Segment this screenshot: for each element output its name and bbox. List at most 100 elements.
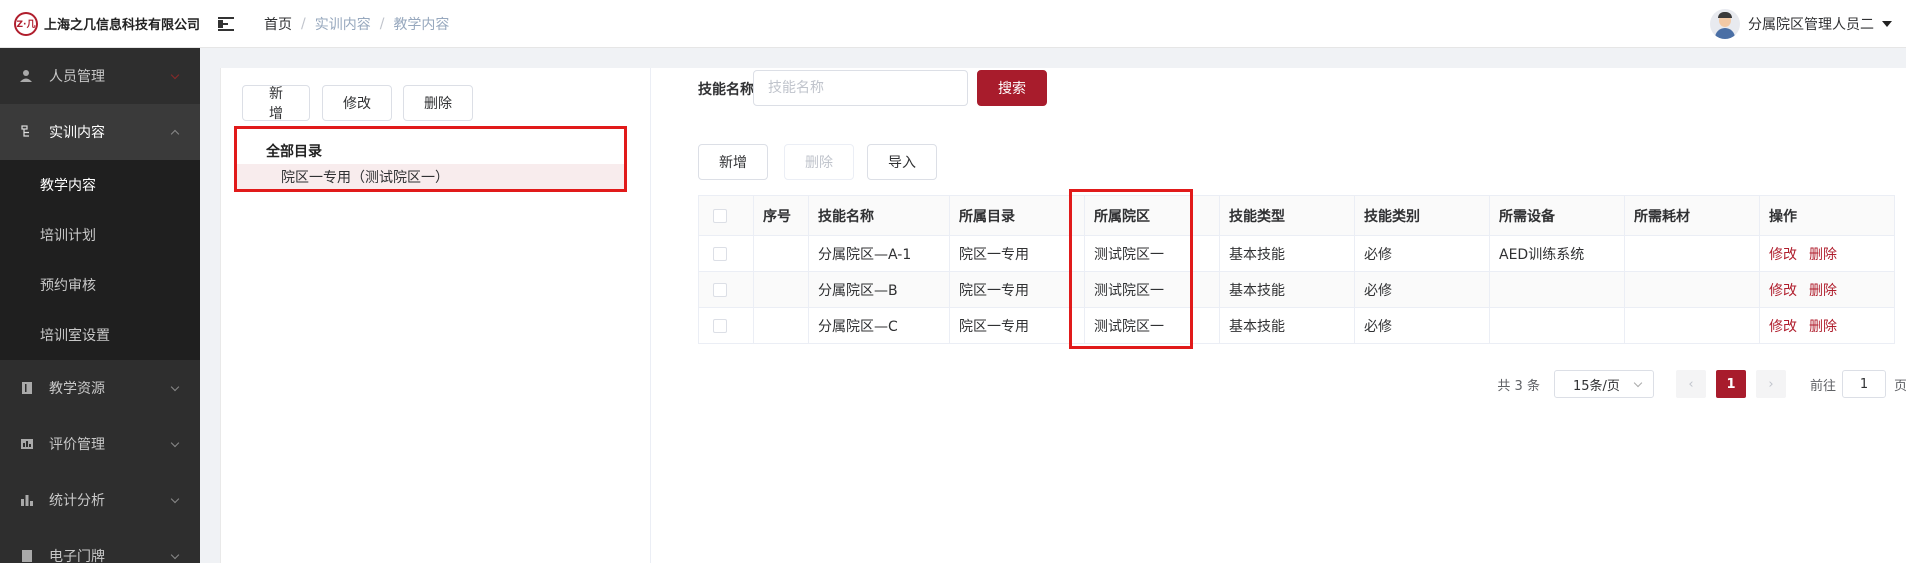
- row-edit-link[interactable]: 修改: [1769, 283, 1797, 299]
- row-select-cell: [698, 307, 754, 344]
- chevron-down-icon: [170, 550, 180, 560]
- breadcrumb-separator: /: [379, 15, 385, 32]
- cell-skill-type: 基本技能: [1219, 271, 1355, 308]
- chevron-down-icon: [170, 438, 180, 448]
- table-row[interactable]: 分属院区—A-1 院区一专用 测试院区一 基本技能 必修 AED训练系统 修改删…: [698, 235, 1895, 272]
- column-header: 所需设备: [1489, 195, 1625, 236]
- row-checkbox[interactable]: [713, 246, 727, 261]
- sidebar-item-evaluation[interactable]: 评价管理: [0, 416, 200, 472]
- row-select-cell: [698, 235, 754, 272]
- cell-skill-type: 基本技能: [1219, 307, 1355, 344]
- breadcrumb-training[interactable]: 实训内容: [315, 14, 371, 34]
- sidebar-item-personnel[interactable]: 人员管理: [0, 48, 200, 104]
- chart-icon: [20, 437, 34, 451]
- catalog-panel: 新增 修改 删除 全部目录 院区一专用（测试院区一）: [221, 68, 651, 563]
- next-page-button[interactable]: ›: [1755, 370, 1786, 398]
- user-name[interactable]: 分属院区管理人员二: [1748, 14, 1874, 34]
- breadcrumb-teaching: 教学内容: [393, 16, 450, 33]
- user-icon: [20, 69, 34, 83]
- goto-label: 前往: [1809, 378, 1836, 394]
- search-button[interactable]: 搜索: [977, 70, 1047, 106]
- page-number-current[interactable]: 1: [1715, 370, 1746, 398]
- breadcrumb-separator: /: [301, 15, 306, 32]
- select-all-cell: [698, 195, 754, 236]
- cell-campus: 测试院区一: [1084, 271, 1220, 308]
- page-size-select[interactable]: 15条/页: [1553, 370, 1654, 398]
- caret-down-icon[interactable]: [1882, 21, 1892, 27]
- catalog-add-button[interactable]: 新增: [242, 85, 310, 122]
- column-header: 所属院区: [1084, 195, 1220, 236]
- column-header: 技能名称: [808, 195, 950, 236]
- chevron-down-icon: [170, 70, 180, 80]
- top-header: Z·几 上海之几信息科技有限公司 首页 / 实训内容 / 教学内容 分属院区管理…: [0, 0, 1906, 48]
- cell-skill-category: 必修: [1354, 235, 1490, 272]
- cell-device: AED训练系统: [1489, 235, 1625, 272]
- sidebar-item-training[interactable]: 实训内容: [0, 104, 200, 160]
- sidebar-item-label: 实训内容: [49, 125, 105, 141]
- table-header-row: 序号 技能名称 所属目录 所属院区 技能类型 技能类别 所需设备 所需耗材 操作: [698, 195, 1895, 236]
- tree-icon: [20, 125, 34, 139]
- row-index: [753, 271, 809, 308]
- prev-page-button[interactable]: ‹: [1675, 370, 1706, 398]
- table-row[interactable]: 分属院区—C 院区一专用 测试院区一 基本技能 必修 修改 删除: [698, 307, 1895, 344]
- cell-skill-category: 必修: [1354, 271, 1490, 308]
- column-header: 所需耗材: [1624, 195, 1760, 236]
- table-row[interactable]: 分属院区—B 院区一专用 测试院区一 基本技能 必修 修改 删除: [698, 271, 1895, 308]
- cell-skill-category: 必修: [1354, 307, 1490, 344]
- sidebar-item-label: 人员管理: [49, 69, 105, 85]
- user-menu[interactable]: 分属院区管理人员二: [1710, 0, 1892, 48]
- sidebar-item-statistics[interactable]: 统计分析: [0, 472, 200, 528]
- logo: Z·几 上海之几信息科技有限公司: [0, 0, 200, 48]
- catalog-tree: 全部目录 院区一专用（测试院区一）: [236, 138, 626, 190]
- logo-mark-icon: Z·几: [14, 11, 38, 36]
- row-delete-link[interactable]: 删除: [1809, 283, 1837, 299]
- column-header: 序号: [753, 195, 809, 236]
- cell-skill-name: 分属院区—C: [808, 307, 950, 344]
- sidebar-subitem-room[interactable]: 培训室设置: [0, 310, 200, 360]
- row-delete-link[interactable]: 删除: [1809, 319, 1837, 335]
- breadcrumb: 首页 / 实训内容 / 教学内容: [264, 14, 449, 34]
- cell-actions: 修改 删除: [1759, 271, 1895, 308]
- menu-collapse-icon[interactable]: [218, 16, 238, 32]
- row-edit-link[interactable]: 修改: [1769, 247, 1797, 263]
- skill-import-button[interactable]: 导入: [867, 144, 937, 180]
- row-edit-link[interactable]: 修改: [1769, 319, 1797, 335]
- cell-device: [1489, 271, 1625, 308]
- sidebar-subitem-booking[interactable]: 预约审核: [0, 260, 200, 310]
- skill-name-search-input[interactable]: [753, 70, 968, 106]
- book-icon: [20, 381, 34, 395]
- avatar[interactable]: [1710, 9, 1740, 39]
- sidebar-item-doorplate[interactable]: 电子门牌: [0, 528, 200, 563]
- catalog-edit-button[interactable]: 修改: [322, 85, 392, 121]
- row-delete-link[interactable]: 删除: [1809, 247, 1837, 263]
- sidebar-item-label: 评价管理: [49, 437, 105, 453]
- goto-page-input[interactable]: 1: [1841, 370, 1886, 398]
- sidebar-subitem-plan[interactable]: 培训计划: [0, 210, 200, 260]
- row-checkbox[interactable]: [713, 318, 727, 333]
- tree-root-all[interactable]: 全部目录: [236, 138, 626, 164]
- row-select-cell: [698, 271, 754, 308]
- sidebar: 人员管理 实训内容 教学内容 培训计划 预约审核 培训室设置 教学资源 评价管理…: [0, 48, 200, 563]
- sidebar-item-label: 统计分析: [49, 493, 105, 509]
- select-all-checkbox[interactable]: [713, 208, 727, 223]
- cell-campus: 测试院区一: [1084, 307, 1220, 344]
- search-label: 技能名称: [698, 82, 754, 98]
- breadcrumb-home[interactable]: 首页: [264, 14, 292, 34]
- cell-catalog: 院区一专用: [949, 307, 1085, 344]
- skill-delete-button[interactable]: 删除: [784, 144, 854, 180]
- sidebar-subitem-teaching[interactable]: 教学内容: [0, 160, 200, 210]
- column-header: 技能类型: [1219, 195, 1355, 236]
- tree-node-campus-one[interactable]: 院区一专用（测试院区一）: [236, 164, 626, 190]
- cell-skill-name: 分属院区—B: [808, 271, 950, 308]
- cell-device: [1489, 307, 1625, 344]
- cell-skill-type: 基本技能: [1219, 235, 1355, 272]
- column-header: 所属目录: [949, 195, 1085, 236]
- row-checkbox[interactable]: [713, 282, 727, 297]
- skill-add-button[interactable]: 新增: [698, 144, 768, 180]
- catalog-delete-button[interactable]: 删除: [403, 85, 473, 121]
- chevron-up-icon: [170, 129, 180, 139]
- sidebar-item-label: 教学资源: [49, 381, 105, 397]
- chevron-down-icon: [170, 494, 180, 504]
- skills-panel: 技能名称 搜索 新增 删除 导入 序号 技能名称 所属目录 所属院区 技能类型 …: [671, 68, 1906, 563]
- sidebar-item-resources[interactable]: 教学资源: [0, 360, 200, 416]
